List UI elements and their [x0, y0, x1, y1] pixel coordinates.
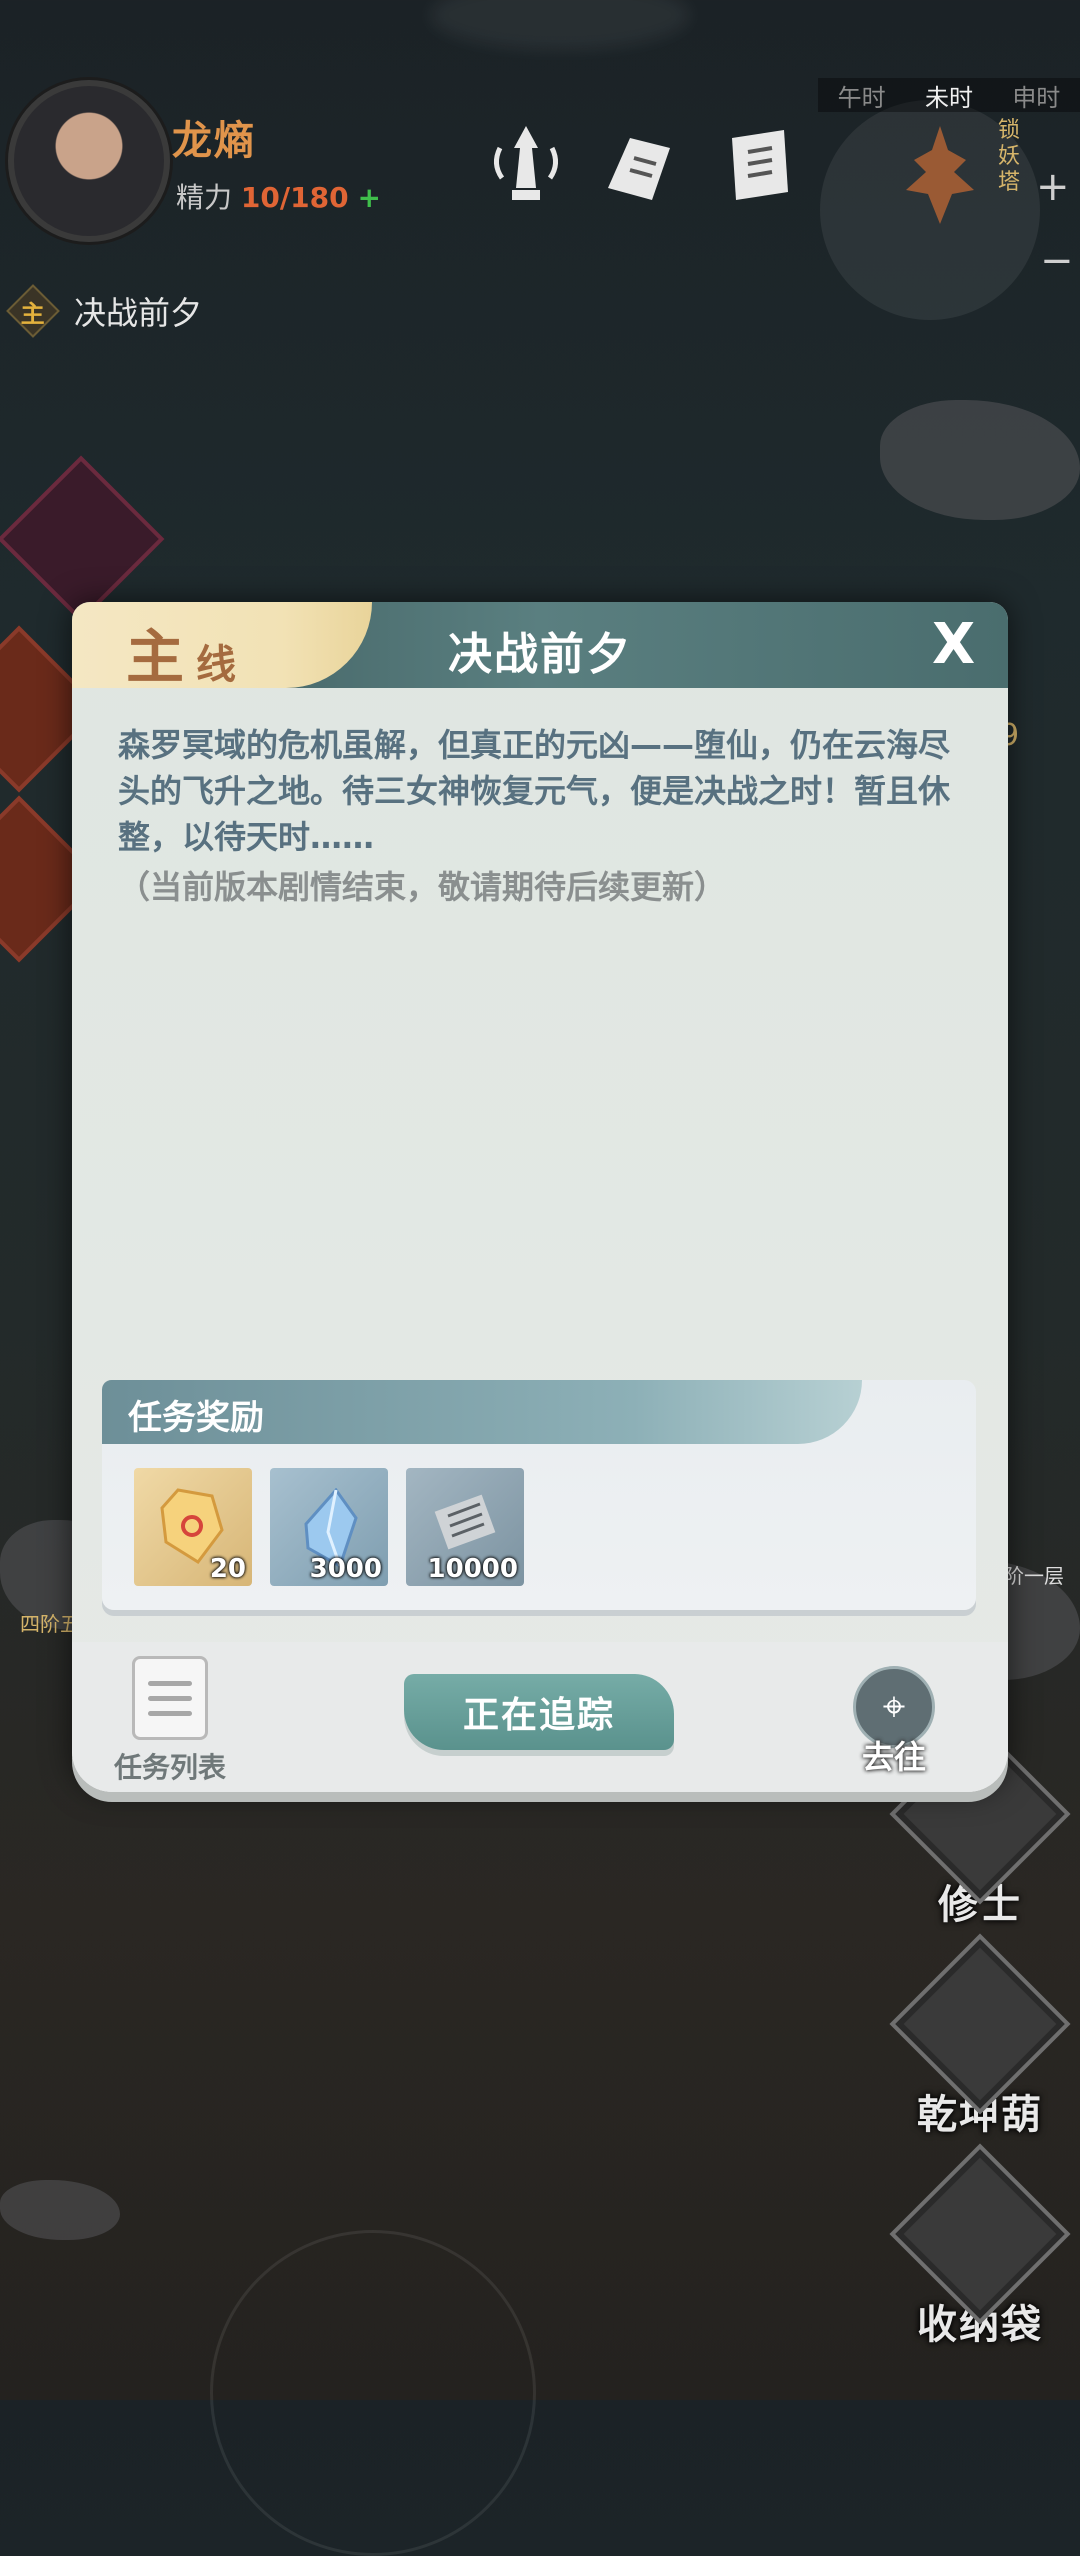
scroll-icon: [434, 1494, 496, 1550]
storage-bag-button[interactable]: 收纳袋: [889, 2143, 1071, 2360]
reward-header: 任务奖励: [102, 1380, 862, 1444]
reward-qty: 20: [209, 1554, 246, 1584]
tracking-button[interactable]: 正在追踪: [404, 1674, 674, 1750]
task-list-label: 任务列表: [113, 1751, 226, 1784]
time-slot: 申时: [1012, 83, 1061, 112]
floor-label: 阶一层: [1004, 1564, 1064, 1588]
bell-icon[interactable]: [486, 118, 566, 208]
close-button[interactable]: X: [932, 612, 975, 677]
energy-row: 精力 10/180 +: [176, 176, 381, 216]
player-name: 龙熵: [172, 118, 256, 164]
reward-item[interactable]: 3000: [270, 1468, 388, 1586]
task-list-button[interactable]: 任务列表: [110, 1656, 230, 1786]
time-strip: 午时 未时 申时: [818, 78, 1080, 112]
cloud-decoration: [430, 0, 690, 50]
reward-item[interactable]: 10000: [406, 1468, 524, 1586]
quest-description: 森罗冥域的危机虽解，但真正的元凶——堕仙，仍在云海尽头的飞升之地。待三女神恢复元…: [118, 726, 951, 856]
go-to-label: 去往: [861, 1738, 926, 1776]
quest-tracker-title: 决战前夕: [74, 294, 203, 332]
scroll-letter-icon[interactable]: [600, 118, 680, 208]
energy-label: 精力: [176, 181, 233, 214]
lock-demon-tower[interactable]: [890, 120, 990, 230]
go-to-button[interactable]: ⌖ 去往: [844, 1666, 944, 1778]
quest-book-icon[interactable]: [718, 118, 798, 208]
quest-tracker[interactable]: 主 决战前夕: [6, 284, 203, 338]
floating-island: [0, 2180, 120, 2240]
joystick-ring[interactable]: [210, 2230, 536, 2556]
demon-skill-button[interactable]: [0, 455, 165, 623]
time-slot-current: 未时: [924, 83, 973, 112]
reward-qty: 10000: [427, 1554, 518, 1584]
zoom-out-button[interactable]: −: [1040, 238, 1074, 284]
reward-item[interactable]: 20: [134, 1468, 252, 1586]
quest-note: （当前版本剧情结束，敬请期待后续更新）: [118, 868, 727, 906]
zoom-in-button[interactable]: +: [1036, 164, 1070, 210]
floor-label: 四阶五: [20, 1612, 80, 1636]
energy-value: 10/180: [240, 181, 349, 214]
player-avatar[interactable]: [8, 80, 170, 242]
main-quest-badge: 主: [6, 284, 60, 338]
reward-panel: 任务奖励 20 3000 10000: [102, 1380, 976, 1610]
list-icon: [132, 1656, 208, 1740]
quest-dialog: 主 线 决战前夕 X 森罗冥域的危机虽解，但真正的元凶——堕仙，仍在云海尽头的飞…: [72, 602, 1008, 1792]
time-slot: 午时: [837, 83, 886, 112]
reward-qty: 3000: [309, 1554, 382, 1584]
tower-label: 锁妖塔: [998, 118, 1021, 195]
energy-add-button[interactable]: +: [357, 181, 380, 214]
floating-island: [880, 400, 1080, 520]
gourd-button[interactable]: 乾坤葫: [889, 1933, 1071, 2150]
dialog-title: 决战前夕: [448, 629, 632, 680]
